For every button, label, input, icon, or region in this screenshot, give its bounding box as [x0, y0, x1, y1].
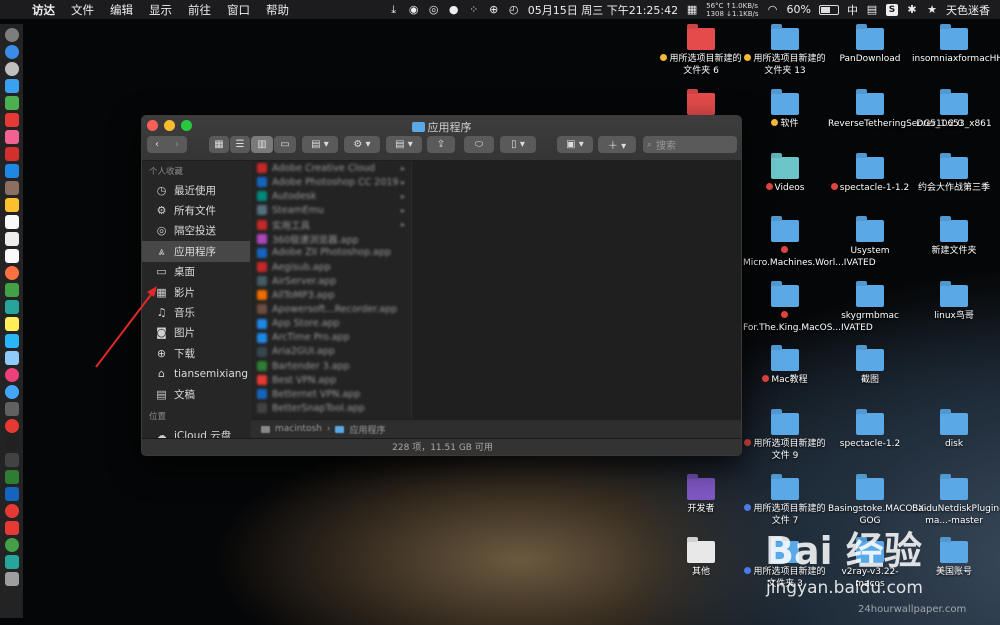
watermark-url: jingyan.baidu.com — [766, 578, 923, 598]
wallpaper-credit: 24hourwallpaper.com — [858, 604, 967, 615]
baidu-watermark: Bai 经验 — [765, 529, 922, 573]
